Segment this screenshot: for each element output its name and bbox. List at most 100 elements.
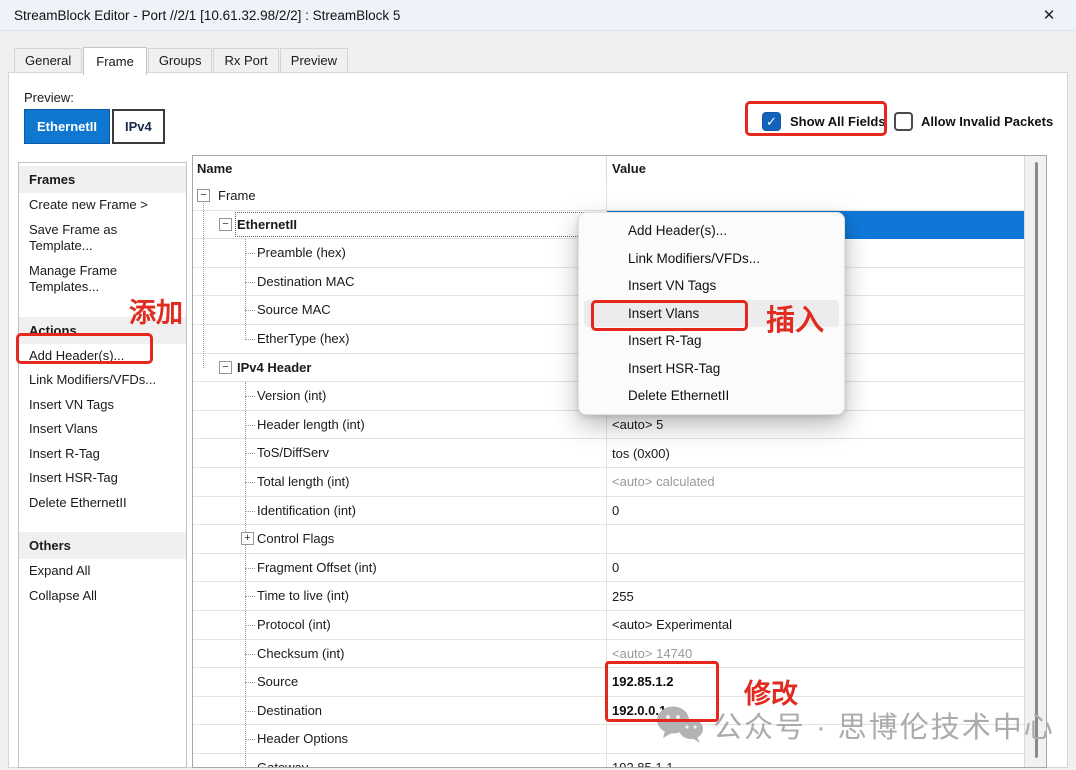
tree-row-tos-diffserv[interactable]: ToS/DiffServ tos (0x00) — [193, 439, 1024, 468]
sidebar-item-create-new-frame[interactable]: Create new Frame > — [19, 193, 186, 218]
tree-row-time-to-live-int[interactable]: Time to live (int) 255 — [193, 582, 1024, 611]
vertical-scrollbar[interactable] — [1024, 156, 1046, 767]
sidebar-item-save-frame-as-template[interactable]: Save Frame as Template... — [19, 218, 186, 259]
tree-value-cell[interactable]: 192.0.0.1 — [606, 697, 1024, 726]
protocol-button-ethernetii[interactable]: EthernetII — [24, 109, 110, 144]
tree-value-cell[interactable] — [606, 182, 1024, 211]
context-menu-item-insert-hsr-tag[interactable]: Insert HSR-Tag — [579, 355, 844, 383]
tree-name-cell[interactable]: Source MAC — [193, 296, 606, 325]
tree-name-cell[interactable]: Identification (int) — [193, 497, 606, 526]
context-menu-item-insert-vn-tags[interactable]: Insert VN Tags — [579, 272, 844, 300]
tree-value-cell[interactable]: 0 — [606, 497, 1024, 526]
tab-preview[interactable]: Preview — [280, 48, 348, 72]
tree-name-cell[interactable]: Preamble (hex) — [193, 239, 606, 268]
tree-node-label: ToS/DiffServ — [257, 445, 329, 460]
protocol-button-ipv4[interactable]: IPv4 — [112, 109, 165, 144]
tab-general[interactable]: General — [14, 48, 82, 72]
context-menu-item-delete-ethernetii[interactable]: Delete EthernetII — [579, 382, 844, 410]
sidebar-item-link-modifiers-vfds[interactable]: Link Modifiers/VFDs... — [19, 368, 186, 393]
tree-row-fragment-offset-int[interactable]: Fragment Offset (int) 0 — [193, 554, 1024, 583]
show-all-fields-checkbox[interactable]: ✓ — [762, 112, 781, 131]
tree-node-label: Header Options — [257, 731, 348, 746]
tree-row-control-flags[interactable]: +Control Flags — [193, 525, 1024, 554]
tree-value-cell[interactable]: <auto> 5 — [606, 411, 1024, 440]
tree-value-cell[interactable]: 192.85.1.1 — [606, 754, 1024, 768]
tree-name-cell[interactable]: Protocol (int) — [193, 611, 606, 640]
title-bar: StreamBlock Editor - Port //2/1 [10.61.3… — [0, 0, 1076, 31]
tree-value-cell[interactable]: <auto> 14740 — [606, 640, 1024, 669]
tree-connector — [245, 310, 255, 311]
sidebar-item-manage-frame-templates[interactable]: Manage Frame Templates... — [19, 259, 186, 300]
tab-rx-port[interactable]: Rx Port — [213, 48, 278, 72]
sidebar-item-expand-all[interactable]: Expand All — [19, 559, 186, 584]
tree-name-cell[interactable]: EtherType (hex) — [193, 325, 606, 354]
tab-frame[interactable]: Frame — [83, 47, 147, 75]
collapse-expander-icon[interactable]: − — [197, 189, 210, 202]
tree-row-identification-int[interactable]: Identification (int) 0 — [193, 497, 1024, 526]
tree-value-cell[interactable]: <auto> Experimental — [606, 611, 1024, 640]
sidebar-item-collapse-all[interactable]: Collapse All — [19, 584, 186, 609]
tree-node-label: Fragment Offset (int) — [257, 560, 377, 575]
tree-value-cell[interactable] — [606, 525, 1024, 554]
tree-name-cell[interactable]: −IPv4 Header — [193, 354, 606, 383]
tree-name-cell[interactable]: Header Options — [193, 725, 606, 754]
context-menu-item-add-header-s[interactable]: Add Header(s)... — [579, 217, 844, 245]
tree-connector — [245, 654, 255, 655]
tree-name-cell[interactable]: Version (int) — [193, 382, 606, 411]
collapse-expander-icon[interactable]: − — [219, 218, 232, 231]
tree-name-cell[interactable]: Gateway — [193, 754, 606, 768]
tree-value-text: 192.0.0.1 — [612, 703, 666, 718]
tree-name-cell[interactable]: −Frame — [193, 182, 606, 211]
tree-name-cell[interactable]: Fragment Offset (int) — [193, 554, 606, 583]
sidebar-item-insert-vlans[interactable]: Insert Vlans — [19, 417, 186, 442]
tree-name-cell[interactable]: Header length (int) — [193, 411, 606, 440]
tree-name-cell[interactable]: Destination MAC — [193, 268, 606, 297]
tree-value-cell[interactable]: 255 — [606, 582, 1024, 611]
sidebar-item-insert-r-tag[interactable]: Insert R-Tag — [19, 442, 186, 467]
tree-value-cell[interactable]: tos (0x00) — [606, 439, 1024, 468]
tree-row-total-length-int[interactable]: Total length (int) <auto> calculated — [193, 468, 1024, 497]
scrollbar-thumb[interactable] — [1035, 162, 1038, 758]
tree-name-cell[interactable]: −EthernetII — [193, 211, 606, 240]
collapse-expander-icon[interactable]: − — [219, 361, 232, 374]
tree-row-source[interactable]: Source192.85.1.2 — [193, 668, 1024, 697]
tree-value-cell[interactable]: 0 — [606, 554, 1024, 583]
tree-name-cell[interactable]: ToS/DiffServ — [193, 439, 606, 468]
tree-row-frame[interactable]: −Frame — [193, 182, 1024, 211]
close-icon[interactable]: ✕ — [1032, 0, 1066, 31]
tree-value-cell[interactable]: 192.85.1.2 — [606, 668, 1024, 697]
tree-connector — [245, 568, 255, 569]
tree-name-cell[interactable]: +Control Flags — [193, 525, 606, 554]
tree-name-cell[interactable]: Time to live (int) — [193, 582, 606, 611]
tree-row-checksum-int[interactable]: Checksum (int)<auto> 14740 — [193, 640, 1024, 669]
column-header-value[interactable]: Value — [606, 156, 1024, 182]
tree-name-cell[interactable]: Checksum (int) — [193, 640, 606, 669]
tree-value-text: 255 — [612, 589, 634, 604]
tree-value-cell[interactable] — [606, 725, 1024, 754]
tree-node-label: EtherType (hex) — [257, 331, 350, 346]
sidebar-item-insert-vn-tags[interactable]: Insert VN Tags — [19, 393, 186, 418]
tab-groups[interactable]: Groups — [148, 48, 213, 72]
tree-row-protocol-int[interactable]: Protocol (int)<auto> Experimental — [193, 611, 1024, 640]
tree-value-text: <auto> calculated — [612, 474, 715, 489]
tree-value-cell[interactable]: <auto> calculated — [606, 468, 1024, 497]
context-menu-item-insert-r-tag[interactable]: Insert R-Tag — [579, 327, 844, 355]
expand-expander-icon[interactable]: + — [241, 532, 254, 545]
focus-rectangle — [235, 212, 604, 238]
sidebar-item-add-header-s[interactable]: Add Header(s)... — [19, 344, 186, 369]
tree-name-cell[interactable]: Source — [193, 668, 606, 697]
allow-invalid-packets-checkbox[interactable] — [894, 112, 913, 131]
sidebar-item-insert-hsr-tag[interactable]: Insert HSR-Tag — [19, 466, 186, 491]
column-header-name[interactable]: Name — [193, 156, 606, 182]
tree-name-cell[interactable]: Total length (int) — [193, 468, 606, 497]
tree-value-text: 0 — [612, 503, 619, 518]
tree-node-label: Gateway — [257, 760, 308, 768]
sidebar-item-delete-ethernetii[interactable]: Delete EthernetII — [19, 491, 186, 516]
tree-row-header-options[interactable]: Header Options — [193, 725, 1024, 754]
context-menu-item-insert-vlans[interactable]: Insert Vlans — [584, 300, 839, 328]
tree-row-header-length-int[interactable]: Header length (int)<auto> 5 — [193, 411, 1024, 440]
tree-row-destination[interactable]: Destination 192.0.0.1 — [193, 697, 1024, 726]
context-menu-item-link-modifiers-vfds[interactable]: Link Modifiers/VFDs... — [579, 245, 844, 273]
tree-row-gateway[interactable]: Gateway 192.85.1.1 — [193, 754, 1024, 768]
tree-name-cell[interactable]: Destination — [193, 697, 606, 726]
